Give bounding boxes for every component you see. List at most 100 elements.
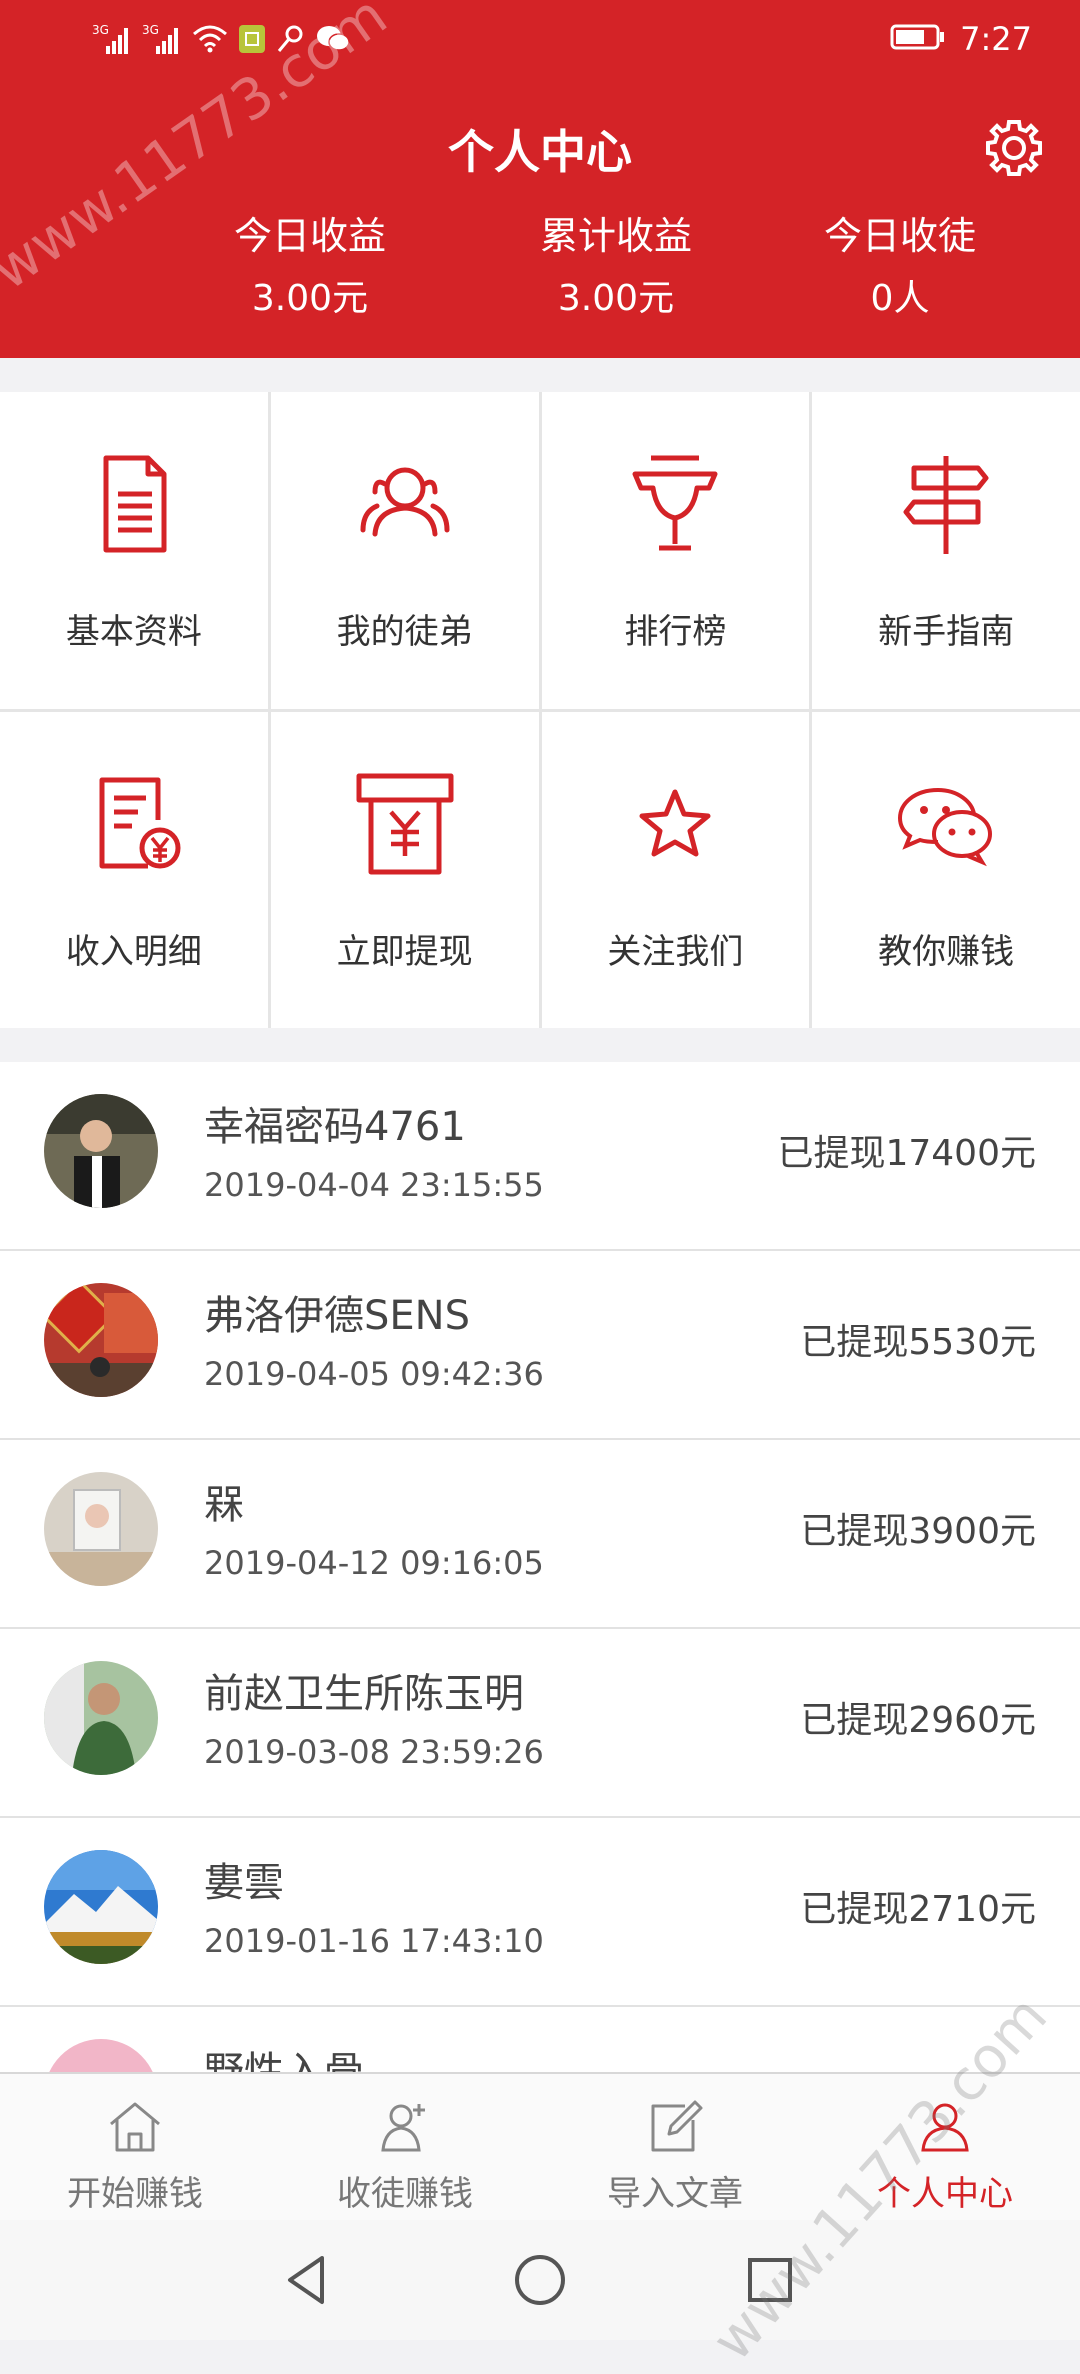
signal-type-label: 3G (142, 23, 159, 37)
user-name: 野性入骨 (204, 2049, 364, 2072)
menu-item-income-detail[interactable]: 收入明细 (0, 711, 268, 1028)
status-bar: 3G 3G 7:27 (0, 0, 1080, 84)
avatar (44, 2039, 158, 2072)
status-icons-left: 3G 3G (92, 22, 350, 60)
menu-item-earn-tutorial[interactable]: 教你赚钱 (812, 711, 1080, 1028)
home-button[interactable] (510, 2250, 570, 2310)
withdraw-time: 2019-01-16 17:43:10 (204, 1922, 544, 1960)
trophy-icon (632, 455, 718, 551)
avatar (44, 1094, 158, 1208)
menu-item-leaderboard[interactable]: 排行榜 (541, 392, 810, 709)
back-triangle-icon (288, 2256, 324, 2304)
battery-icon (890, 23, 946, 55)
stats-row: 今日收益 3.00元 累计收益 3.00元 今日收徒 0人 (0, 210, 1080, 340)
stat-value: 0人 (870, 278, 930, 319)
page-title: 个人中心 (448, 125, 632, 179)
income-detail-icon (99, 777, 181, 868)
list-item[interactable]: 槑 2019-04-12 09:16:05 已提现3900元 (0, 1440, 1080, 1629)
edit-icon (651, 2100, 703, 2152)
home-circle-icon (515, 2255, 565, 2305)
menu-item-beginner-guide[interactable]: 新手指南 (812, 392, 1080, 709)
document-icon (103, 455, 167, 553)
list-item[interactable]: 前赵卫生所陈玉明 2019-03-08 23:59:26 已提现2960元 (0, 1629, 1080, 1818)
wechat-icon (316, 24, 350, 58)
tab-label: 开始赚钱 (67, 2174, 203, 2214)
user-icon (921, 2103, 969, 2152)
signpost-icon (903, 456, 989, 554)
list-item[interactable]: 婁雲 2019-01-16 17:43:10 已提现2710元 (0, 1818, 1080, 2007)
list-item[interactable]: 野性入骨 (0, 2007, 1080, 2072)
withdraw-amount: 已提现2710元 (800, 1889, 1036, 1930)
withdraw-time: 2019-04-12 09:16:05 (204, 1544, 544, 1582)
menu-item-profile[interactable]: 基本资料 (0, 392, 268, 709)
withdraw-list: 幸福密码4761 2019-04-04 23:15:55 已提现17400元 弗… (0, 1062, 1080, 2072)
tab-label: 导入文章 (607, 2174, 743, 2214)
status-time: 7:27 (960, 20, 1032, 58)
sim-icon (238, 24, 266, 58)
user-name: 槑 (204, 1482, 244, 1528)
withdraw-time: 2019-04-04 23:15:55 (204, 1166, 544, 1204)
stat-today-earnings: 今日收益 3.00元 (180, 210, 440, 326)
user-name: 前赵卫生所陈玉明 (204, 1671, 524, 1717)
withdraw-amount: 已提现3900元 (800, 1511, 1036, 1552)
signal-icon: 3G (92, 22, 132, 60)
menu-item-label: 立即提现 (336, 931, 473, 972)
stat-total-earnings: 累计收益 3.00元 (486, 210, 746, 326)
gear-icon (986, 120, 1042, 176)
avatar (44, 1661, 158, 1775)
menu-item-label: 关注我们 (607, 931, 744, 972)
user-name: 弗洛伊德SENS (204, 1293, 470, 1339)
avatar (44, 1283, 158, 1397)
stat-label: 今日收益 (233, 214, 386, 258)
withdraw-time: 2019-04-05 09:42:36 (204, 1355, 544, 1393)
system-nav-bar (0, 2220, 1080, 2340)
user-name: 婁雲 (204, 1860, 284, 1906)
settings-button[interactable] (984, 118, 1044, 178)
recents-button[interactable] (740, 2250, 800, 2310)
menu-item-label: 基本资料 (65, 612, 202, 652)
bottom-tab-bar: 开始赚钱 收徒赚钱 导入文章 个人中心 (0, 2072, 1080, 2222)
withdraw-icon (356, 773, 454, 874)
signal-type-label: 3G (92, 23, 109, 37)
list-item[interactable]: 幸福密码4761 2019-04-04 23:15:55 已提现17400元 (0, 1062, 1080, 1251)
menu-item-label: 排行榜 (624, 612, 727, 652)
withdraw-time: 2019-03-08 23:59:26 (204, 1733, 544, 1771)
tab-import-article[interactable]: 导入文章 (540, 2074, 810, 2222)
status-icons-right: 7:27 (890, 20, 1032, 58)
menu-item-label: 收入明细 (65, 931, 202, 972)
menu-item-label: 教你赚钱 (878, 931, 1015, 972)
header: 3G 3G 7:27 个人中心 今日收益 3.00元 累计收益 3.00元 今日… (0, 0, 1080, 358)
tab-start-earning[interactable]: 开始赚钱 (0, 2074, 270, 2222)
stat-label: 今日收徒 (823, 214, 976, 258)
menu-grid: 基本资料 我的徒弟 排行榜 新手指南 收入明细 立即提现 关注我们 教你赚钱 (0, 392, 1080, 1028)
tab-label: 收徒赚钱 (337, 2174, 473, 2214)
add-user-icon (381, 2104, 425, 2152)
withdraw-amount: 已提现17400元 (777, 1133, 1036, 1174)
menu-item-apprentices[interactable]: 我的徒弟 (270, 392, 539, 709)
recents-square-icon (748, 2258, 792, 2302)
signal-icon: 3G (142, 22, 182, 60)
menu-item-follow-us[interactable]: 关注我们 (541, 711, 810, 1028)
tab-recruit-earning[interactable]: 收徒赚钱 (270, 2074, 540, 2222)
wifi-icon (192, 24, 228, 58)
tab-personal-center[interactable]: 个人中心 (810, 2074, 1080, 2222)
title-row: 个人中心 (0, 110, 1080, 180)
wechat-chat-icon (898, 787, 993, 866)
back-button[interactable] (278, 2250, 338, 2310)
withdraw-amount: 已提现5530元 (800, 1322, 1036, 1363)
people-icon (360, 467, 450, 537)
menu-item-label: 新手指南 (878, 612, 1015, 652)
withdraw-amount: 已提现2960元 (800, 1700, 1036, 1741)
stat-label: 累计收益 (539, 214, 692, 258)
home-icon (110, 2102, 160, 2152)
tab-label: 个人中心 (877, 2174, 1013, 2214)
stat-value: 3.00元 (251, 278, 369, 319)
stat-today-apprentices: 今日收徒 0人 (770, 210, 1030, 326)
user-name: 幸福密码4761 (204, 1104, 466, 1150)
list-item[interactable]: 弗洛伊德SENS 2019-04-05 09:42:36 已提现5530元 (0, 1251, 1080, 1440)
stat-value: 3.00元 (557, 278, 675, 319)
star-icon (639, 789, 711, 856)
avatar (44, 1850, 158, 1964)
menu-item-withdraw[interactable]: 立即提现 (270, 711, 539, 1028)
menu-item-label: 我的徒弟 (336, 612, 473, 652)
